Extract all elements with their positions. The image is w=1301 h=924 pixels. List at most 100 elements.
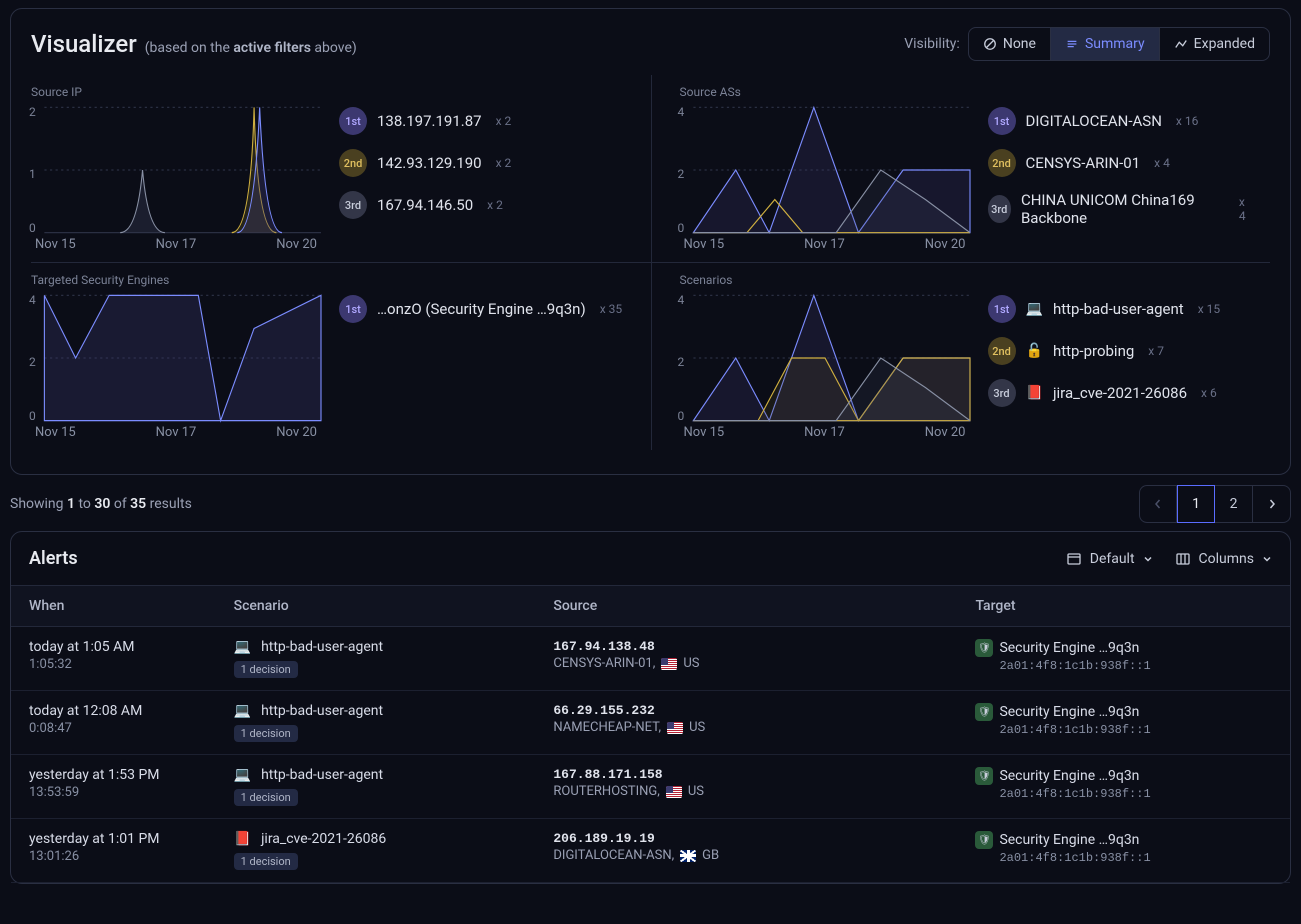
rank-badge: 3rd [339,191,367,219]
when-sub: 13:53:59 [29,785,198,800]
scenario-icon: 📕 [234,831,251,847]
source-ip: 167.94.138.48 [553,639,939,654]
engine-icon: 🛡 [975,767,993,785]
legend-item[interactable]: 1st 💻 http-bad-user-agent x 15 [988,295,1253,323]
rank-badge: 1st [339,295,367,323]
rank-badge: 2nd [988,337,1016,365]
visibility-label: Visibility: [904,36,960,52]
legend-item[interactable]: 2nd 🔓 http-probing x 7 [988,337,1253,365]
decision-badge: 1 decision [234,725,298,742]
chart-title-engines: Targeted Security Engines [31,273,321,287]
summary-icon [1065,37,1079,51]
engine-icon: 🛡 [975,639,993,657]
legend-item[interactable]: 3rd 📕 jira_cve-2021-26086 x 6 [988,379,1253,407]
rank-badge: 3rd [988,379,1016,407]
col-source[interactable]: Source [535,586,957,627]
source-ip: 66.29.155.232 [553,703,939,718]
scenario-name: http-bad-user-agent [261,703,383,719]
scenario-icon: 📕 [1026,385,1043,401]
source-country: US [688,784,704,799]
columns-dropdown[interactable]: Columns [1175,551,1272,567]
rank-badge: 1st [339,107,367,135]
source-ip: 167.88.171.158 [553,767,939,782]
pager-next-button[interactable] [1253,485,1291,523]
col-scenario[interactable]: Scenario [216,586,536,627]
legend-item[interactable]: 1st …onzO (Security Engine …9q3n) x 35 [339,295,633,323]
table-row[interactable]: yesterday at 1:53 PM 13:53:59 💻 http-bad… [11,755,1290,819]
source-country: GB [702,848,719,863]
columns-icon [1175,551,1191,567]
legend-item[interactable]: 1st 138.197.191.87 x 2 [339,107,633,135]
visualizer-title: Visualizer [31,30,137,58]
rank-badge: 2nd [339,149,367,177]
table-row[interactable]: today at 1:05 AM 1:05:32 💻 http-bad-user… [11,627,1290,691]
table-row[interactable]: today at 12:08 AM 0:08:47 💻 http-bad-use… [11,691,1290,755]
chart-engines[interactable]: 4 2 0 [31,293,321,423]
visibility-none-button[interactable]: None [969,28,1051,60]
chart-scenarios[interactable]: 4 2 0 [680,293,970,423]
flag-icon [680,850,696,862]
scenario-icon: 💻 [234,703,251,719]
legend-item[interactable]: 2nd 142.93.129.190 x 2 [339,149,633,177]
legend-item[interactable]: 3rd CHINA UNICOM China169 Backbone x 4 [988,191,1253,227]
chart-source-as[interactable]: 4 2 0 [680,105,970,235]
pager-summary: Showing 1 to 30 of 35 results [10,496,192,512]
when-text: today at 1:05 AM [29,639,198,655]
source-ip: 206.189.19.19 [553,831,939,846]
visibility-summary-button[interactable]: Summary [1051,28,1160,60]
chart-title-scenarios: Scenarios [680,273,970,287]
col-when[interactable]: When [11,586,216,627]
rank-badge: 3rd [988,195,1011,223]
source-country: US [683,656,699,671]
table-row[interactable]: yesterday at 1:01 PM 13:01:26 📕 jira_cve… [11,819,1290,883]
chart-source-ip[interactable]: 2 1 0 [31,105,321,235]
chevron-down-icon [1262,554,1272,564]
when-sub: 0:08:47 [29,721,198,736]
target-name: Security Engine …9q3n [999,640,1139,656]
scenario-name: http-bad-user-agent [261,767,383,783]
visualizer-subtitle: (based on the active filters above) [145,40,357,56]
target-name: Security Engine …9q3n [999,768,1139,784]
layout-icon [1066,551,1082,567]
visibility-expanded-button[interactable]: Expanded [1160,28,1269,60]
decision-badge: 1 decision [234,853,298,870]
target-name: Security Engine …9q3n [999,832,1139,848]
when-text: yesterday at 1:01 PM [29,831,198,847]
source-asn: ROUTERHOSTING, [553,784,659,799]
rank-badge: 1st [988,107,1016,135]
scenario-name: jira_cve-2021-26086 [261,831,386,847]
visibility-segmented: None Summary Expanded [968,27,1270,61]
legend-item[interactable]: 3rd 167.94.146.50 x 2 [339,191,633,219]
source-country: US [689,720,705,735]
source-asn: NAMECHEAP-NET, [553,720,661,735]
engine-icon: 🛡 [975,831,993,849]
target-name: Security Engine …9q3n [999,704,1139,720]
target-address: 2a01:4f8:1c1b:938f::1 [999,723,1272,737]
flag-icon [667,722,683,734]
scenario-name: http-bad-user-agent [261,639,383,655]
rank-badge: 1st [988,295,1016,323]
chevron-down-icon [1143,554,1153,564]
flag-icon [661,658,677,670]
legend-item[interactable]: 1st DIGITALOCEAN-ASN x 16 [988,107,1253,135]
chart-title-source-ip: Source IP [31,85,321,99]
pager-prev-button[interactable] [1139,485,1177,523]
decision-badge: 1 decision [234,789,298,806]
chart-title-source-as: Source ASs [680,85,970,99]
when-sub: 1:05:32 [29,657,198,672]
engine-icon: 🛡 [975,703,993,721]
view-dropdown[interactable]: Default [1066,551,1153,567]
alerts-title: Alerts [29,548,78,569]
col-target[interactable]: Target [957,586,1290,627]
rank-badge: 2nd [988,149,1016,177]
pager-page-button[interactable]: 2 [1215,485,1253,523]
scenario-icon: 💻 [234,639,251,655]
legend-item[interactable]: 2nd CENSYS-ARIN-01 x 4 [988,149,1253,177]
target-address: 2a01:4f8:1c1b:938f::1 [999,851,1272,865]
when-sub: 13:01:26 [29,849,198,864]
flag-icon [666,786,682,798]
decision-badge: 1 decision [234,661,298,678]
pager-page-button[interactable]: 1 [1177,485,1215,523]
target-address: 2a01:4f8:1c1b:938f::1 [999,787,1272,801]
scenario-icon: 💻 [1026,301,1043,317]
